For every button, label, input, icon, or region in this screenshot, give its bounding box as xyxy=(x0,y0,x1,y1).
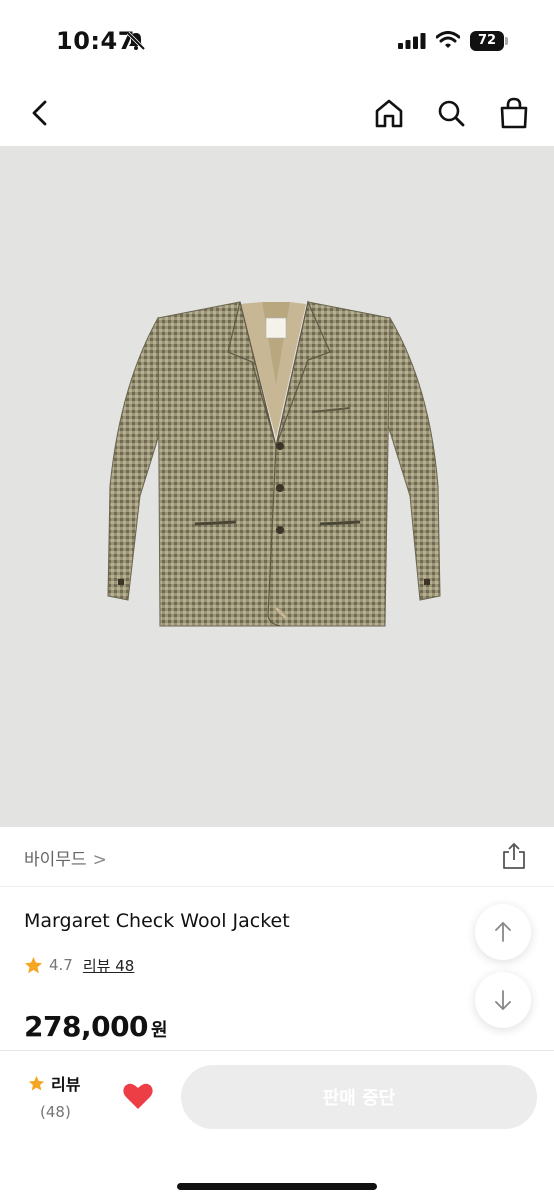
review-summary-button[interactable]: 리뷰 (48) xyxy=(28,1071,98,1121)
brand-link[interactable]: 바이무드 > xyxy=(24,845,107,870)
arrow-down-icon xyxy=(495,990,511,1010)
battery-icon: 72 xyxy=(470,31,508,51)
wifi-icon xyxy=(436,31,460,48)
heart-icon[interactable] xyxy=(122,1081,154,1111)
scroll-top-button[interactable] xyxy=(475,904,531,960)
battery-tip xyxy=(505,37,508,45)
bottom-action-bar: 리뷰 (48) 판매 중단 xyxy=(0,1050,554,1200)
status-time: 10:47 xyxy=(56,27,135,55)
home-icon[interactable] xyxy=(372,96,406,130)
arrow-up-icon xyxy=(495,922,511,942)
cart-icon[interactable] xyxy=(497,96,531,130)
review-link[interactable]: 리뷰 48 xyxy=(83,955,134,976)
bell-slash-icon xyxy=(126,31,146,51)
battery-level: 72 xyxy=(470,31,504,51)
price-value: 278,000 xyxy=(24,1010,149,1043)
top-nav-bar xyxy=(0,84,554,146)
chevron-right-icon: > xyxy=(92,850,107,870)
share-icon[interactable] xyxy=(500,841,528,871)
rating-value: 4.7 xyxy=(49,956,73,974)
status-bar: 10:47 72 xyxy=(0,0,554,84)
search-icon[interactable] xyxy=(434,96,468,130)
jacket-illustration xyxy=(107,300,441,627)
star-icon xyxy=(28,1075,45,1090)
star-icon xyxy=(24,956,43,973)
scroll-down-button[interactable] xyxy=(475,972,531,1028)
brand-row: 바이무드 > xyxy=(0,827,554,887)
back-icon[interactable] xyxy=(24,96,58,130)
rating-row: 4.7 리뷰 48 xyxy=(24,954,134,976)
signal-icon xyxy=(398,33,426,49)
price-row: 278,000 원 xyxy=(24,1010,168,1043)
price-currency: 원 xyxy=(151,1020,168,1041)
review-count: (48) xyxy=(40,1103,71,1121)
review-label: 리뷰 xyxy=(51,1075,81,1094)
home-indicator xyxy=(177,1183,377,1190)
sale-stopped-button[interactable]: 판매 중단 xyxy=(181,1065,537,1129)
brand-name: 바이무드 xyxy=(24,850,87,870)
product-image[interactable] xyxy=(0,146,554,827)
product-name: Margaret Check Wool Jacket xyxy=(24,910,290,932)
